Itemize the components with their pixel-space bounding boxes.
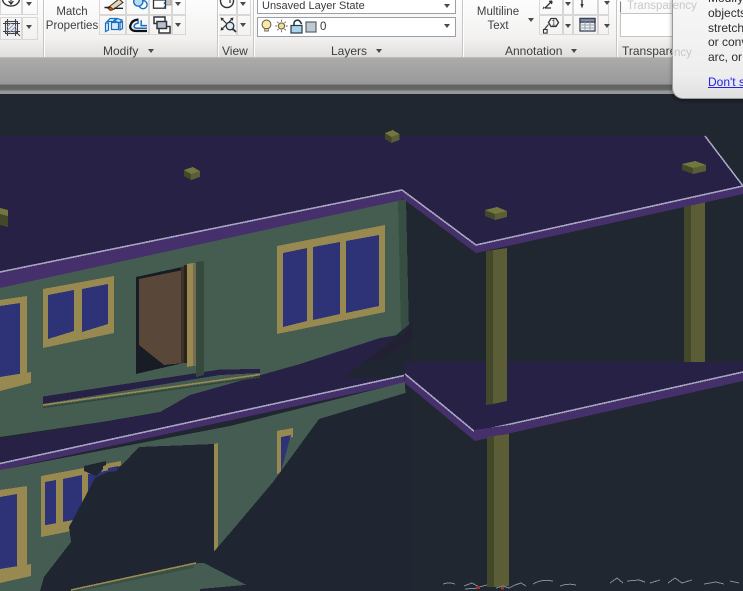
svg-text:1: 1 — [552, 19, 557, 28]
